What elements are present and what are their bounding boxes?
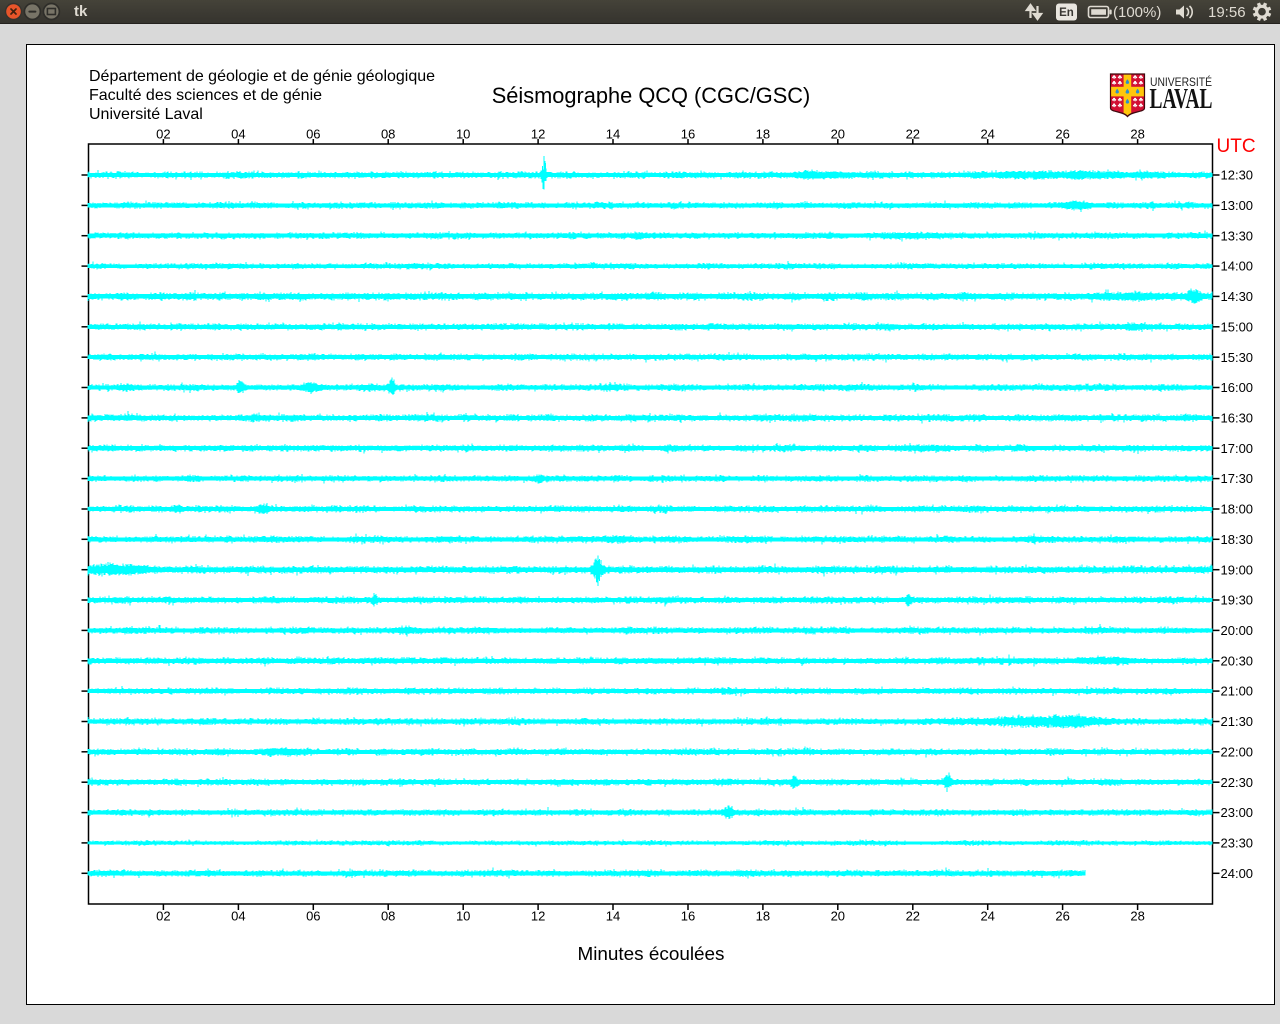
- svg-text:14:30: 14:30: [1221, 289, 1254, 304]
- svg-text:12: 12: [531, 909, 545, 924]
- svg-text:14: 14: [606, 909, 620, 924]
- svg-text:26: 26: [1055, 909, 1069, 924]
- svg-text:LAVAL: LAVAL: [1150, 84, 1213, 115]
- svg-text:24:00: 24:00: [1221, 866, 1254, 881]
- svg-text:04: 04: [231, 127, 245, 142]
- svg-text:08: 08: [381, 127, 395, 142]
- svg-text:20: 20: [831, 127, 845, 142]
- svg-text:12: 12: [531, 127, 545, 142]
- svg-text:19:30: 19:30: [1221, 593, 1254, 608]
- svg-text:22: 22: [906, 127, 920, 142]
- svg-text:22:00: 22:00: [1221, 744, 1254, 759]
- svg-text:04: 04: [231, 909, 245, 924]
- svg-text:19:00: 19:00: [1221, 562, 1254, 577]
- svg-text:10: 10: [456, 127, 470, 142]
- svg-text:15:30: 15:30: [1221, 350, 1254, 365]
- svg-text:UTC: UTC: [1217, 136, 1256, 157]
- svg-text:02: 02: [156, 127, 170, 142]
- svg-text:20: 20: [831, 909, 845, 924]
- svg-text:18: 18: [756, 127, 770, 142]
- svg-text:16:00: 16:00: [1221, 380, 1254, 395]
- svg-text:13:30: 13:30: [1221, 228, 1254, 243]
- svg-text:24: 24: [980, 909, 994, 924]
- svg-text:14:00: 14:00: [1221, 259, 1254, 274]
- svg-text:21:00: 21:00: [1221, 684, 1254, 699]
- svg-text:18: 18: [756, 909, 770, 924]
- svg-text:20:00: 20:00: [1221, 623, 1254, 638]
- svg-text:22: 22: [906, 909, 920, 924]
- svg-text:16: 16: [681, 909, 695, 924]
- svg-text:17:30: 17:30: [1221, 471, 1254, 486]
- svg-text:18:30: 18:30: [1221, 532, 1254, 547]
- svg-text:12:30: 12:30: [1221, 168, 1254, 183]
- svg-text:14: 14: [606, 127, 620, 142]
- svg-text:08: 08: [381, 909, 395, 924]
- svg-text:18:00: 18:00: [1221, 502, 1254, 517]
- svg-text:02: 02: [156, 909, 170, 924]
- svg-text:17:00: 17:00: [1221, 441, 1254, 456]
- svg-text:28: 28: [1130, 127, 1144, 142]
- svg-text:10: 10: [456, 909, 470, 924]
- svg-text:23:00: 23:00: [1221, 805, 1254, 820]
- svg-text:06: 06: [306, 127, 320, 142]
- svg-text:23:30: 23:30: [1221, 836, 1254, 851]
- svg-text:26: 26: [1055, 127, 1069, 142]
- svg-text:15:00: 15:00: [1221, 319, 1254, 334]
- svg-text:20:30: 20:30: [1221, 653, 1254, 668]
- svg-text:24: 24: [980, 127, 994, 142]
- svg-text:16:30: 16:30: [1221, 411, 1254, 426]
- svg-text:16: 16: [681, 127, 695, 142]
- svg-text:13:00: 13:00: [1221, 198, 1254, 213]
- svg-text:21:30: 21:30: [1221, 714, 1254, 729]
- svg-text:06: 06: [306, 909, 320, 924]
- svg-text:22:30: 22:30: [1221, 775, 1254, 790]
- svg-text:28: 28: [1130, 909, 1144, 924]
